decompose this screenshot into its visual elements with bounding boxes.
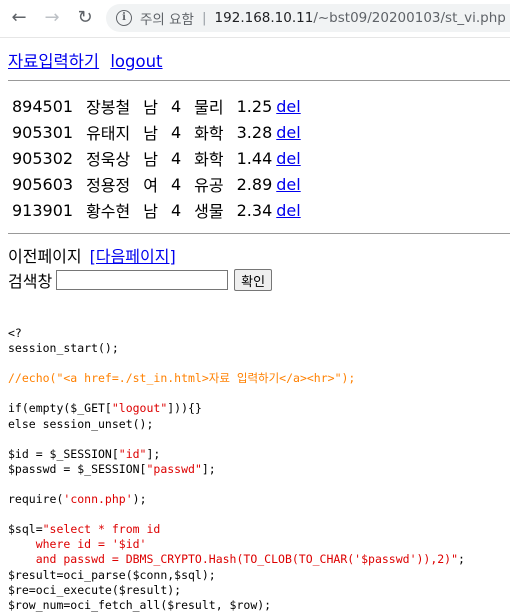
url-path[interactable]: /~bst09/20200103/st_vi.php: [313, 10, 506, 26]
code-line: <?: [8, 326, 22, 340]
code-line: and passwd = DBMS_CRYPTO.Hash(TO_CLOB(TO…: [8, 552, 465, 567]
search-form: 검색창 확인: [8, 268, 510, 292]
major-cell: 생물: [194, 202, 224, 221]
average-cell: 3.28: [236, 122, 273, 142]
student-id-cell: 905301: [12, 122, 74, 142]
php-source: <? session_start(); //echo("<a href=./st…: [8, 326, 510, 613]
student-name-cell: 유태지: [86, 124, 131, 143]
code-line: else session_unset();: [8, 416, 154, 431]
divider: |: [201, 10, 207, 26]
security-warning[interactable]: 주의 요함: [140, 8, 194, 28]
average-cell: 2.34: [236, 200, 273, 220]
info-icon[interactable]: i: [116, 10, 132, 26]
grade-cell: 4: [170, 174, 182, 194]
delete-link[interactable]: del: [276, 201, 300, 220]
code-line: $re=oci_execute($result);: [8, 582, 182, 597]
code-line: where id = '$id': [8, 537, 147, 552]
pager: 이전페이지 [다음페이지]: [8, 243, 510, 267]
student-table: 894501 장봉철 남 4 물리 1.25 del 905301 유태지 남 4 화학 3.28 del…: [8, 93, 305, 223]
delete-link[interactable]: del: [276, 123, 300, 142]
code-line: $sql="select * from id: [8, 522, 161, 537]
gender-cell: 남: [143, 202, 158, 221]
gender-cell: 여: [143, 176, 158, 195]
delete-cell: del: [276, 119, 302, 145]
student-name-cell: 정욱상: [86, 150, 131, 169]
delete-link[interactable]: del: [276, 175, 300, 194]
page-content: 자료입력하기 logout 894501 장봉철 남 4 물리 1.25 del 905301…: [0, 48, 510, 292]
table-row: 905302 정욱상 남 4 화학 1.44 del: [10, 145, 303, 171]
grade-cell: 4: [170, 200, 182, 220]
student-id-cell: 894501: [12, 96, 74, 116]
gender-cell: 남: [143, 150, 158, 169]
browser-toolbar: ← → ↻ i 주의 요함 | 192.168.10.11/~bst09/202…: [0, 0, 510, 38]
input-data-link[interactable]: 자료입력하기: [8, 52, 99, 71]
major-cell: 화학: [194, 124, 224, 143]
search-input[interactable]: [56, 270, 229, 290]
table-row: 905301 유태지 남 4 화학 3.28 del: [10, 119, 303, 145]
search-label: 검색창: [8, 272, 53, 291]
code-line: $result=oci_parse($conn,$sql);: [8, 567, 216, 582]
top-links: 자료입력하기 logout: [8, 48, 510, 72]
delete-cell: del: [276, 197, 302, 223]
table-row: 894501 장봉철 남 4 물리 1.25 del: [10, 93, 303, 119]
reload-icon[interactable]: ↻: [75, 8, 95, 28]
divider: [8, 80, 510, 81]
code-line: $row_num=oci_fetch_all($result, $row);: [8, 597, 272, 612]
student-name-cell: 정용정: [86, 176, 131, 195]
grade-cell: 4: [170, 148, 182, 168]
code-comment: //echo("<a href=./st_in.html>자료 입력하기</a>…: [8, 371, 356, 386]
gender-cell: 남: [143, 124, 158, 143]
address-bar[interactable]: i 주의 요함 | 192.168.10.11/~bst09/20200103/…: [106, 4, 510, 32]
code-line: require('conn.php');: [8, 492, 147, 507]
delete-link[interactable]: del: [276, 149, 300, 168]
code-line: $id = $_SESSION["id"];: [8, 446, 161, 461]
table-row: 905603 정용정 여 4 유공 2.89 del: [10, 171, 303, 197]
url-host[interactable]: 192.168.10.11: [215, 10, 314, 26]
average-cell: 2.89: [236, 174, 273, 194]
back-arrow-icon[interactable]: ←: [9, 8, 29, 28]
student-id-cell: 913901: [12, 200, 74, 220]
student-name-cell: 장봉철: [86, 98, 131, 117]
student-id-cell: 905603: [12, 174, 74, 194]
code-line: if(empty($_GET["logout"])){}: [8, 401, 202, 416]
grade-cell: 4: [170, 122, 182, 142]
grade-cell: 4: [170, 96, 182, 116]
student-name-cell: 황수현: [86, 202, 131, 221]
code-line: session_start();: [8, 341, 119, 356]
confirm-button[interactable]: 확인: [234, 269, 273, 291]
delete-cell: del: [276, 93, 302, 119]
divider: [8, 233, 510, 234]
table-row: 913901 황수현 남 4 생물 2.34 del: [10, 197, 303, 223]
next-page-link[interactable]: [다음페이지]: [90, 247, 176, 266]
major-cell: 유공: [194, 176, 224, 195]
delete-link[interactable]: del: [276, 97, 300, 116]
gender-cell: 남: [143, 98, 158, 117]
student-id-cell: 905302: [12, 148, 74, 168]
logout-link[interactable]: logout: [110, 52, 162, 71]
average-cell: 1.44: [236, 148, 273, 168]
delete-cell: del: [276, 145, 302, 171]
major-cell: 화학: [194, 150, 224, 169]
forward-arrow-icon[interactable]: →: [42, 8, 62, 28]
major-cell: 물리: [194, 98, 224, 117]
delete-cell: del: [276, 171, 302, 197]
prev-page-label: 이전페이지: [8, 247, 82, 266]
average-cell: 1.25: [236, 96, 273, 116]
code-line: $passwd = $_SESSION["passwd"];: [8, 461, 216, 476]
